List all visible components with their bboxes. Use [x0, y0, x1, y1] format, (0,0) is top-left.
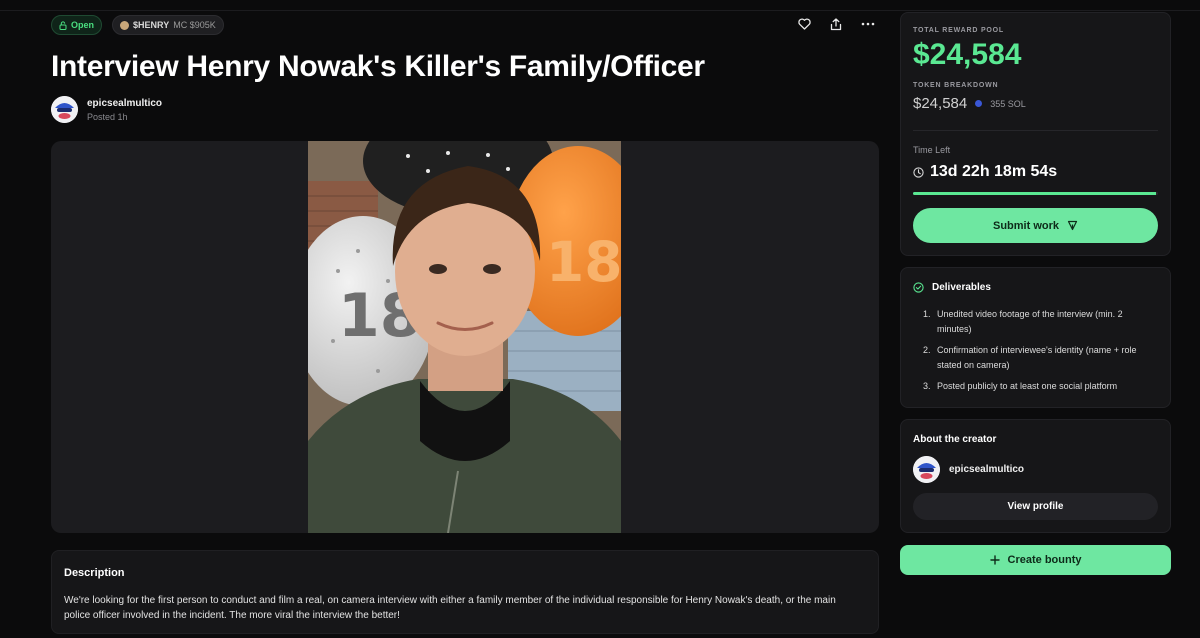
reward-pool-label: TOTAL REWARD POOL	[913, 27, 1004, 34]
view-profile-button[interactable]: View profile	[913, 493, 1158, 520]
market-cap: MC $905K	[173, 20, 216, 30]
share-icon[interactable]	[828, 16, 844, 32]
page-title: Interview Henry Nowak's Killer's Family/…	[51, 50, 705, 83]
list-item-number: 1.	[923, 309, 931, 319]
heart-icon[interactable]	[796, 16, 812, 32]
deliverables-heading: Deliverables	[932, 282, 991, 293]
lock-icon	[59, 20, 67, 30]
description-heading: Description	[64, 567, 125, 579]
posted-time: Posted 1h	[87, 111, 128, 122]
header-actions	[796, 16, 876, 32]
time-left-label: Time Left	[913, 145, 951, 155]
time-progress-bar	[913, 192, 1158, 195]
token-avatar-icon	[120, 20, 130, 30]
badge-row: Open $HENRY MC $905K	[51, 15, 224, 35]
description-card: Description We're looking for the first …	[51, 550, 879, 634]
clock-icon	[913, 166, 924, 178]
bounty-image-frame: 18 18	[51, 141, 879, 533]
token-badge[interactable]: $HENRY MC $905K	[112, 15, 224, 35]
creator-card: About the creator epicsealmultico View p…	[900, 419, 1171, 533]
reward-card: TOTAL REWARD POOL $24,584 TOKEN BREAKDOW…	[900, 12, 1171, 256]
author-name[interactable]: epicsealmultico	[87, 98, 162, 109]
solana-icon	[975, 100, 983, 107]
time-left-value: 13d 22h 18m 54s	[930, 163, 1058, 180]
deliverables-header: Deliverables	[913, 282, 1158, 293]
deliverables-card: Deliverables 1. Unedited video footage of…	[900, 267, 1171, 408]
token-breakdown: $24,584 355 SOL	[913, 95, 1158, 112]
token-breakdown-label: TOKEN BREAKDOWN	[913, 82, 999, 89]
list-item-number: 3.	[923, 381, 931, 391]
list-item-text: Unedited video footage of the interview …	[937, 309, 1123, 334]
check-circle-icon	[913, 282, 924, 293]
create-bounty-label: Create bounty	[1007, 554, 1082, 566]
creator-row[interactable]: epicsealmultico	[913, 456, 1158, 483]
author-block[interactable]: epicsealmultico Posted 1h	[51, 96, 162, 123]
creator-heading: About the creator	[913, 434, 997, 445]
token-breakdown-usd: $24,584	[913, 95, 968, 112]
deliverables-list: 1. Unedited video footage of the intervie…	[913, 307, 1158, 394]
list-item-text: Posted publicly to at least one social p…	[937, 381, 1118, 391]
create-bounty-button[interactable]: Create bounty	[900, 545, 1171, 575]
svg-text:18: 18	[546, 230, 621, 294]
token-breakdown-sol: 355 SOL	[990, 98, 1026, 109]
description-body: We're looking for the first person to co…	[64, 595, 836, 621]
list-item: 1. Unedited video footage of the intervie…	[923, 307, 1158, 337]
submit-work-button[interactable]: Submit work	[913, 208, 1158, 243]
reward-pool-value: $24,584	[913, 38, 1022, 71]
list-item: 3. Posted publicly to at least one social…	[923, 379, 1158, 394]
creator-name[interactable]: epicsealmultico	[949, 464, 1024, 475]
list-item: 2. Confirmation of interviewee's identity…	[923, 343, 1158, 373]
creator-avatar[interactable]	[913, 456, 940, 483]
time-progress-fill	[913, 192, 1156, 195]
reward-divider	[913, 130, 1158, 131]
time-left: 13d 22h 18m 54s	[913, 163, 1057, 181]
view-profile-label: View profile	[1007, 501, 1064, 512]
send-icon	[1067, 220, 1078, 231]
submit-work-label: Submit work	[992, 219, 1059, 232]
list-item-text: Confirmation of interviewee's identity (…	[937, 345, 1137, 370]
bounty-photo: 18 18	[308, 141, 621, 533]
top-divider	[0, 10, 1200, 11]
plus-icon	[989, 555, 1000, 565]
avatar[interactable]	[51, 96, 78, 123]
status-badge-label: Open	[71, 20, 95, 30]
token-symbol: $HENRY	[133, 20, 170, 30]
status-badge: Open	[51, 15, 103, 35]
more-icon[interactable]	[860, 16, 876, 32]
list-item-number: 2.	[923, 345, 931, 355]
